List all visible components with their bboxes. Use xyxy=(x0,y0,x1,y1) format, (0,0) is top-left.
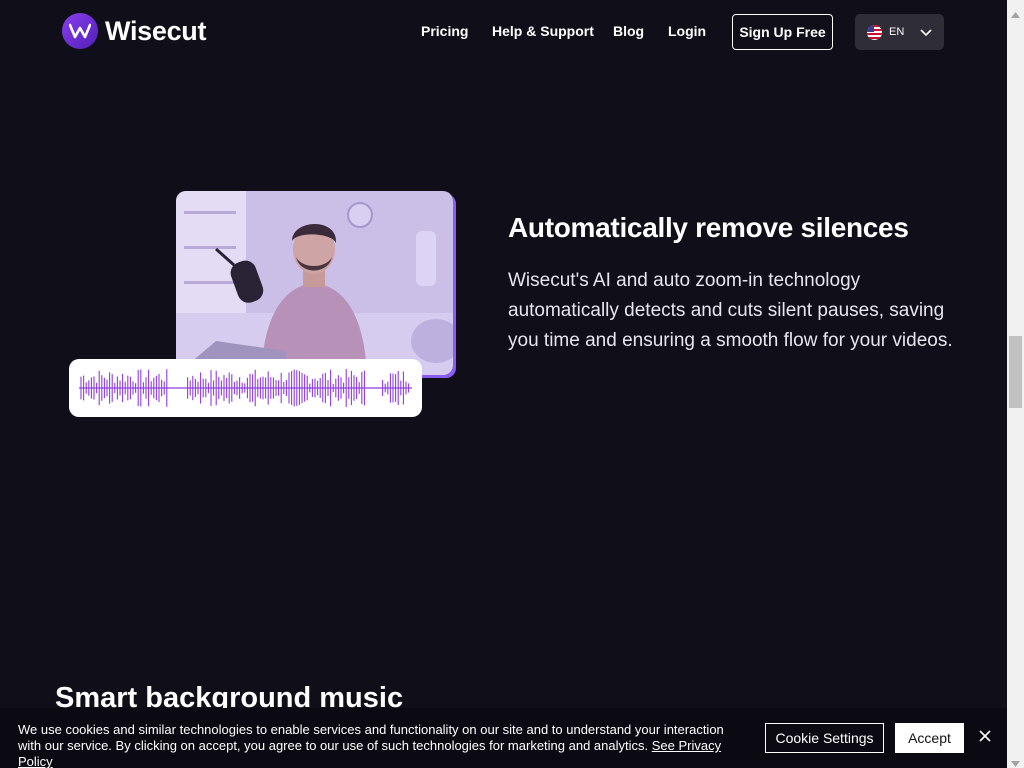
nav-pricing[interactable]: Pricing xyxy=(421,23,468,39)
cookie-text: We use cookies and similar technologies … xyxy=(18,722,724,753)
feature-description: Wisecut's AI and auto zoom-in technology… xyxy=(508,270,953,351)
audio-waveform-card xyxy=(69,359,422,417)
scroll-down-arrow-icon[interactable] xyxy=(1011,754,1020,768)
site-header: Wisecut Pricing Help & Support Blog Logi… xyxy=(0,0,1007,62)
podcaster-photo xyxy=(176,191,453,375)
scrollbar-thumb[interactable] xyxy=(1009,336,1022,408)
language-label: EN xyxy=(889,26,905,38)
sign-up-button[interactable]: Sign Up Free xyxy=(732,14,833,50)
language-selector[interactable]: EN xyxy=(855,14,944,50)
waveform-icon xyxy=(79,369,412,407)
logo[interactable]: Wisecut xyxy=(62,13,206,49)
cookie-settings-button[interactable]: Cookie Settings xyxy=(765,723,884,753)
brand-name: Wisecut xyxy=(105,15,207,46)
page: Wisecut Pricing Help & Support Blog Logi… xyxy=(0,0,1007,768)
scroll-up-arrow-icon[interactable] xyxy=(1011,5,1020,23)
nav-help-support[interactable]: Help & Support xyxy=(492,23,594,39)
feature-heading: Automatically remove silences xyxy=(508,212,909,243)
page-scrollbar[interactable] xyxy=(1007,0,1024,768)
accept-cookies-button[interactable]: Accept xyxy=(895,723,964,753)
nav-blog[interactable]: Blog xyxy=(613,23,644,39)
chevron-down-icon xyxy=(919,25,933,42)
us-flag-icon xyxy=(867,24,882,40)
cookie-message: We use cookies and similar technologies … xyxy=(18,722,748,768)
cookie-banner: We use cookies and similar technologies … xyxy=(0,708,1007,768)
nav-login[interactable]: Login xyxy=(668,23,706,39)
wisecut-logo-icon xyxy=(62,13,98,49)
close-icon[interactable] xyxy=(978,729,992,748)
